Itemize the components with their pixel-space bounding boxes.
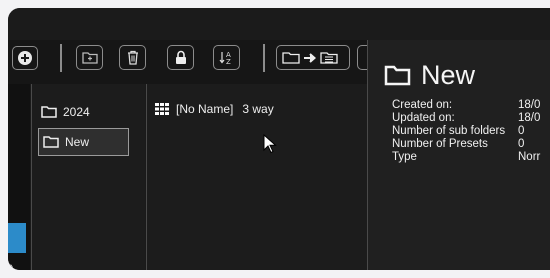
property-row: Updated on: 18/0 — [392, 112, 540, 125]
left-panel: ) — [8, 84, 30, 270]
property-label: Created on: — [392, 99, 453, 111]
property-label: Updated on: — [392, 112, 455, 124]
toolbar-separator — [60, 44, 62, 72]
folder-item-2024[interactable]: 2024 — [41, 105, 90, 119]
property-row: Number of sub folders 0 — [392, 125, 540, 138]
folder-label: 2024 — [63, 105, 90, 119]
property-label: Number of Presets — [392, 138, 488, 150]
property-label: Number of sub folders — [392, 125, 506, 137]
move-folder-icon — [282, 51, 338, 64]
property-row: Number of Presets 0 — [392, 138, 540, 151]
left-panel-text: ) — [10, 262, 14, 270]
grid-icon — [155, 103, 169, 115]
new-folder-button[interactable] — [76, 45, 103, 70]
trash-icon — [127, 50, 138, 65]
title-bar — [8, 8, 550, 40]
move-to-folder-button[interactable] — [276, 45, 350, 70]
preset-type: 3 way — [242, 102, 274, 116]
property-row: Created on: 18/0 — [392, 99, 540, 112]
folder-list: 2024 New — [32, 84, 145, 270]
lock-icon — [175, 50, 186, 64]
preset-list: [No Name] 3 way — [147, 84, 367, 270]
folder-icon — [384, 65, 411, 86]
folder-label: New — [65, 135, 90, 149]
app-window: A Z ) 2024 New [No Name] 3 way New Creat… — [8, 8, 550, 270]
properties-list: Created on: 18/0 Updated on: 18/0 Number o… — [392, 99, 540, 164]
property-value: 18/0 — [518, 99, 541, 111]
mouse-cursor-icon — [263, 134, 277, 154]
property-value: Norr — [518, 151, 541, 163]
preset-item[interactable]: [No Name] 3 way — [155, 102, 274, 116]
sort-button[interactable]: A Z — [213, 45, 240, 70]
property-label: Type — [392, 151, 417, 163]
toolbar-separator — [263, 44, 265, 72]
lock-button[interactable] — [167, 45, 194, 70]
sort-az-icon: A Z — [219, 51, 231, 65]
preset-name: [No Name] — [176, 102, 234, 116]
delete-button[interactable] — [119, 45, 146, 70]
toolbar: A Z — [8, 40, 377, 84]
selected-item-indicator[interactable] — [8, 223, 26, 253]
detail-header: New — [384, 60, 475, 91]
svg-text:Z: Z — [226, 58, 231, 65]
property-value: 0 — [518, 125, 525, 137]
folder-icon — [43, 136, 59, 148]
folder-icon — [41, 106, 57, 118]
detail-title: New — [421, 60, 476, 90]
detail-panel: New Created on: 18/0 Updated on: 18/0 Numb… — [368, 40, 550, 270]
new-folder-icon — [81, 52, 98, 64]
plus-circle-icon — [18, 51, 32, 65]
property-value: 18/0 — [518, 112, 541, 124]
add-button[interactable] — [12, 46, 38, 70]
property-row: Type Norr — [392, 151, 540, 164]
property-value: 0 — [518, 138, 525, 150]
folder-item-new[interactable]: New — [38, 128, 129, 156]
